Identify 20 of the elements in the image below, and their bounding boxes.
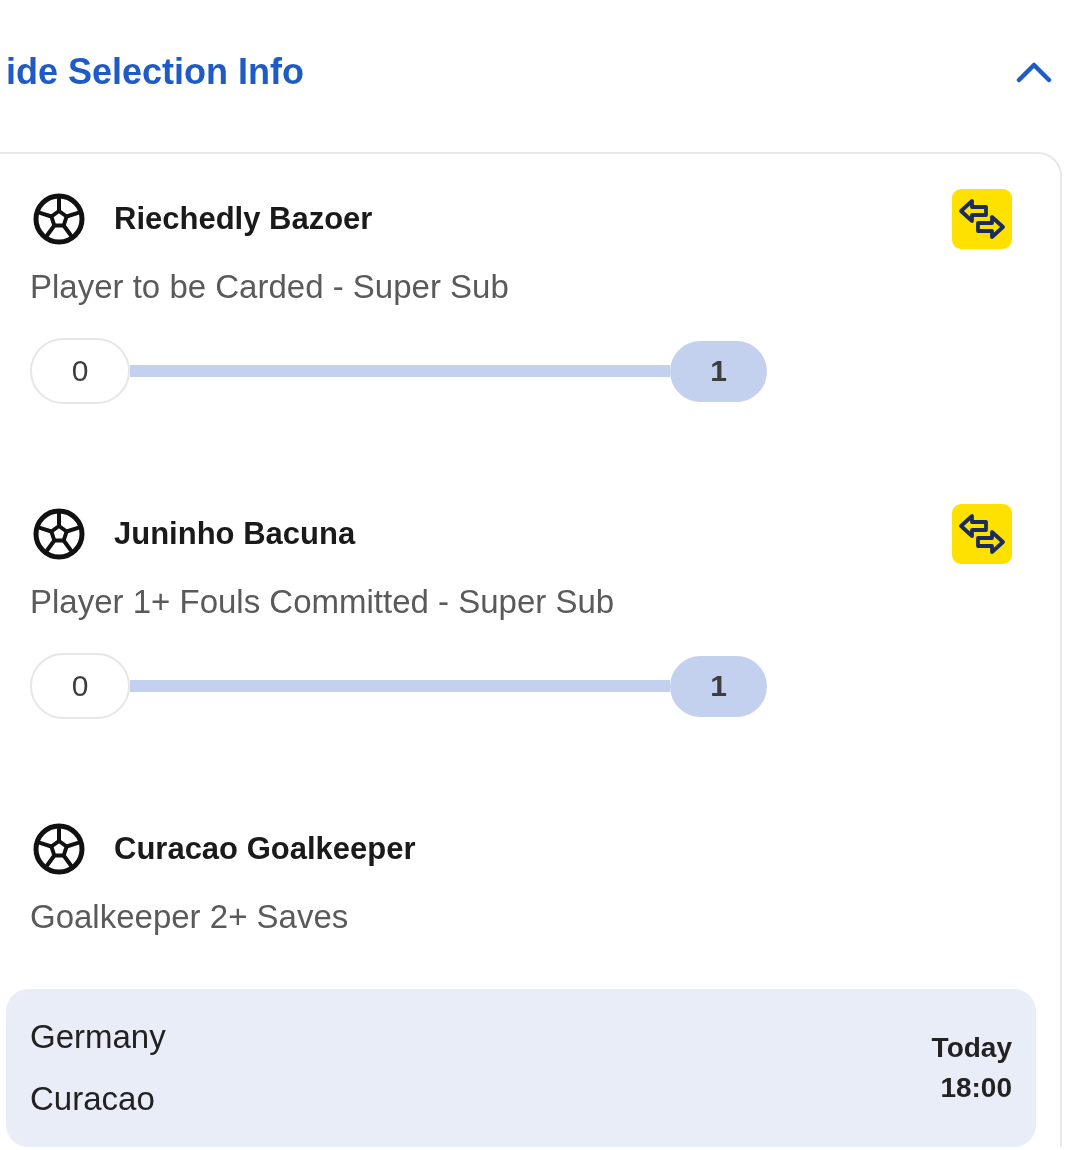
target-value-label: 1 — [670, 340, 767, 402]
market-label: Goalkeeper 2+ Saves — [30, 897, 350, 937]
player-name: Riechedly Bazoer — [114, 201, 373, 237]
start-value-label: 0 — [30, 338, 130, 404]
market-label: Player 1+ Fouls Committed - Super Sub — [30, 582, 616, 622]
soccer-ball-icon — [33, 193, 85, 245]
market-label: Player to be Carded - Super Sub — [30, 267, 510, 307]
soccer-ball-icon — [33, 823, 85, 875]
swap-arrows-icon[interactable] — [952, 189, 1012, 249]
target-value-label: 1 — [670, 655, 767, 717]
player-name: Juninho Bacuna — [114, 516, 356, 552]
player-name: Curacao Goalkeeper — [114, 831, 416, 867]
match-day: Today — [931, 1028, 1012, 1068]
team-name: Germany — [30, 1017, 166, 1057]
kickoff-time: 18:00 — [940, 1071, 1012, 1105]
soccer-ball-icon — [33, 508, 85, 560]
selection-info-toggle[interactable]: ide Selection Info — [0, 0, 1073, 144]
swap-arrows-icon[interactable] — [952, 504, 1012, 564]
team-name: Curacao — [30, 1079, 156, 1119]
start-value-label: 0 — [30, 653, 130, 719]
